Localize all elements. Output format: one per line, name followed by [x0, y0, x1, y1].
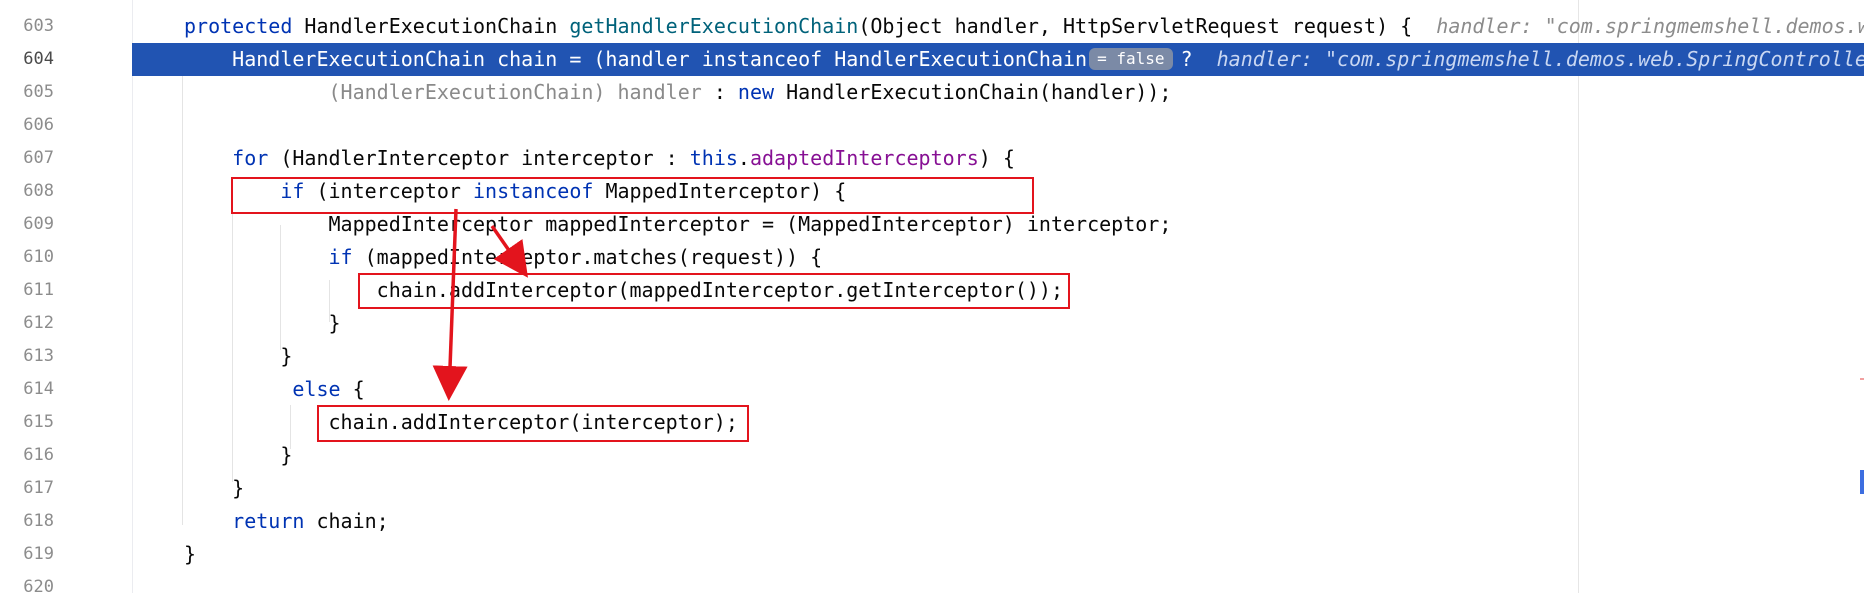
code-line[interactable]: 614 else { [0, 373, 1864, 406]
code-text: protected HandlerExecutionChain getHandl… [184, 10, 1864, 43]
add-interceptor-box [317, 405, 749, 442]
code-token: (mappedInterceptor.matches(request)) { [364, 245, 823, 269]
debug-inlay-hint: handler: "com.springmemshell.demos.w [1436, 14, 1864, 38]
code-token: HandlerExecutionChain(handler)); [786, 80, 1172, 104]
code-line[interactable]: 610 if (mappedInterceptor.matches(reques… [0, 241, 1864, 274]
code-text: else { [184, 373, 365, 406]
line-number: 611 [23, 280, 54, 300]
line-number: 620 [23, 577, 54, 597]
if-instanceof-box [231, 177, 1034, 214]
code-token: MappedInterceptor mappedInterceptor = (M… [184, 212, 1172, 236]
code-editor[interactable]: 603 protected HandlerExecutionChain getHa… [0, 0, 1864, 597]
line-number: 605 [23, 82, 54, 102]
line-number: 614 [23, 379, 54, 399]
code-token: this [689, 146, 738, 170]
line-number: 617 [23, 478, 54, 498]
code-token: protected [184, 14, 305, 38]
code-token: HandlerExecutionChain chain = (handler i… [184, 47, 1088, 71]
code-line[interactable]: 606 [0, 109, 1864, 142]
code-token: . [737, 146, 750, 170]
scrollbar-marker[interactable] [1860, 378, 1864, 380]
code-token: (HandlerInterceptor interceptor : [280, 146, 690, 170]
code-line[interactable]: 620 [0, 571, 1864, 604]
line-number: 612 [23, 313, 54, 333]
code-line[interactable]: 605 (HandlerExecutionChain) handler : ne… [0, 76, 1864, 109]
code-token: getHandlerExecutionChain [569, 14, 859, 38]
code-line[interactable]: 603 protected HandlerExecutionChain getHa… [0, 10, 1864, 43]
line-number: 613 [23, 346, 54, 366]
code-token: else [280, 377, 353, 401]
code-text: for (HandlerInterceptor interceptor : th… [184, 142, 1015, 175]
code-token: HandlerExecutionChain [304, 14, 570, 38]
code-token: (HandlerExecutionChain) handler [328, 80, 702, 104]
code-line[interactable]: 617 } [0, 472, 1864, 505]
code-text: } [184, 538, 196, 571]
code-token: : [701, 80, 738, 104]
code-token: } [184, 542, 197, 566]
add-mapped-interceptor-box [358, 273, 1070, 309]
code-token: new [737, 80, 787, 104]
line-number: 616 [23, 445, 54, 465]
code-text: HandlerExecutionChain chain = (handler i… [184, 43, 1864, 76]
line-number: 615 [23, 412, 54, 432]
code-text: (HandlerExecutionChain) handler : new Ha… [184, 76, 1172, 109]
code-line[interactable]: 604 HandlerExecutionChain chain = (handl… [0, 43, 1864, 76]
code-line[interactable]: 615 chain.addInterceptor(interceptor); [0, 406, 1864, 439]
code-text: } [184, 472, 244, 505]
code-token: { [352, 377, 365, 401]
code-text: } [184, 340, 292, 373]
code-text: return chain; [184, 505, 389, 538]
code-token: ) { [978, 146, 1015, 170]
line-number: 607 [23, 148, 54, 168]
debug-inlay-hint: handler: "com.springmemshell.demos.web.S… [1216, 47, 1864, 71]
code-token: } [184, 311, 341, 335]
code-line[interactable]: 607 for (HandlerInterceptor interceptor … [0, 142, 1864, 175]
code-text: } [184, 439, 292, 472]
debug-value-badge: = false [1089, 47, 1173, 70]
code-line[interactable]: 618 return chain; [0, 505, 1864, 538]
code-token: chain; [316, 509, 389, 533]
code-token: return [232, 509, 317, 533]
code-line[interactable]: 613 } [0, 340, 1864, 373]
line-number: 609 [23, 214, 54, 234]
code-token: } [184, 476, 245, 500]
line-number: 619 [23, 544, 54, 564]
code-text: } [184, 307, 341, 340]
line-number: 603 [23, 16, 54, 36]
line-number: 608 [23, 181, 54, 201]
line-number: 618 [23, 511, 54, 531]
code-token: for [232, 146, 281, 170]
code-line[interactable]: 616 } [0, 439, 1864, 472]
line-number: 610 [23, 247, 54, 267]
code-token: if [328, 245, 365, 269]
code-text: if (mappedInterceptor.matches(request)) … [184, 241, 823, 274]
code-line[interactable]: 612 } [0, 307, 1864, 340]
code-line[interactable]: 619} [0, 538, 1864, 571]
code-token: } [184, 443, 293, 467]
line-number: 604 [0, 43, 132, 76]
code-token: } [184, 344, 293, 368]
code-token: adaptedInterceptors [749, 146, 979, 170]
code-token: (Object handler, HttpServletRequest requ… [858, 14, 1437, 38]
line-number: 606 [23, 115, 54, 135]
scrollbar-thumb[interactable] [1860, 470, 1864, 494]
code-token: ? [1180, 47, 1217, 71]
